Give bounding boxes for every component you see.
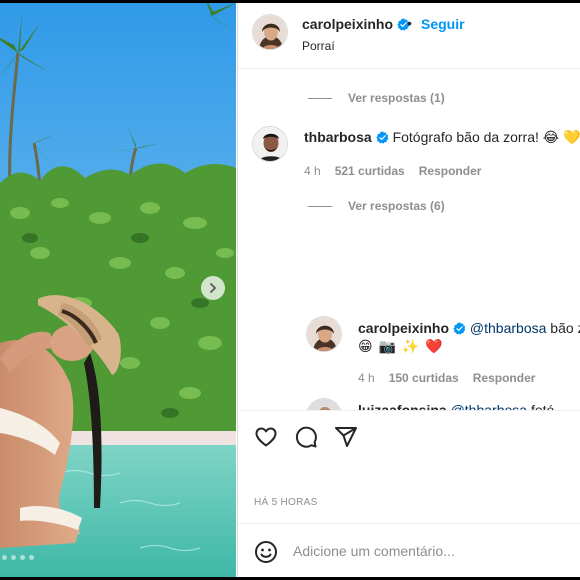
comment-time[interactable]: 4 h — [358, 371, 375, 385]
author-username-text[interactable]: carolpeixinho — [302, 16, 393, 32]
post-detail-panel: carolpeixinho • Seguir Porraí Ver respos… — [237, 3, 580, 577]
header-separator: • — [407, 15, 412, 31]
emoji-icon[interactable] — [254, 540, 278, 564]
comment-likes[interactable]: 521 curtidas — [335, 164, 405, 178]
reply-button[interactable]: Responder — [419, 164, 482, 178]
comments-list[interactable]: Ver respostas (1) thbarbosa Fotógrafo bã… — [238, 70, 580, 410]
replies-line — [308, 205, 332, 207]
commenter-avatar[interactable] — [306, 316, 342, 352]
comment-text: fotó — [530, 402, 555, 410]
view-replies-label[interactable]: Ver respostas (6) — [348, 199, 445, 213]
carousel-dot — [29, 555, 34, 560]
comment-icon[interactable] — [294, 425, 318, 449]
comment-meta: 4 h 150 curtidas Responder — [358, 371, 535, 385]
author-avatar[interactable] — [252, 14, 288, 50]
comment-likes[interactable]: 150 curtidas — [389, 371, 459, 385]
comment-body: thbarbosa Fotógrafo bão da zorra! 😂 💛 — [304, 128, 580, 146]
add-comment-bar — [238, 523, 580, 577]
author-username[interactable]: carolpeixinho — [302, 16, 410, 32]
commenter-avatar[interactable] — [306, 398, 342, 410]
chevron-right-icon — [210, 283, 217, 293]
avatar-image — [253, 15, 287, 49]
post-location[interactable]: Porraí — [302, 39, 335, 53]
avatar-image — [307, 317, 341, 351]
post-header: carolpeixinho • Seguir Porraí — [238, 3, 580, 69]
heart-icon[interactable] — [254, 425, 278, 449]
post-photo[interactable] — [0, 3, 236, 577]
avatar-image — [307, 399, 341, 410]
reply-body: luizaafonsina @thbarbosa fotó — [358, 401, 554, 410]
carousel-dot — [2, 555, 7, 560]
comment-mention[interactable]: @thbarbosa — [470, 320, 546, 336]
comment-username[interactable]: thbarbosa — [304, 129, 372, 145]
comment-mention[interactable]: @thbarbosa — [451, 402, 527, 410]
reply-emoji-line: 😁 📷 ✨ ❤️ — [358, 338, 444, 354]
view-replies-button[interactable]: Ver respostas (6) — [308, 199, 445, 213]
carousel-dot — [11, 555, 16, 560]
comment-text: Fotógrafo bão da zorra! 😂 💛 — [392, 129, 580, 145]
next-photo-button[interactable] — [201, 276, 225, 300]
reply-body: carolpeixinho @thbarbosa bão zã — [358, 319, 580, 337]
avatar-image — [253, 127, 287, 161]
carousel-dots — [2, 555, 34, 560]
instagram-post-window: carolpeixinho • Seguir Porraí Ver respos… — [0, 3, 580, 577]
reply-button[interactable]: Responder — [473, 371, 536, 385]
comment-input[interactable] — [293, 537, 563, 565]
share-icon[interactable] — [334, 425, 358, 449]
commenter-avatar[interactable] — [252, 126, 288, 162]
view-replies-label[interactable]: Ver respostas (1) — [348, 91, 445, 105]
carousel-dot — [20, 555, 25, 560]
comment-text: bão zã — [550, 320, 580, 336]
follow-button[interactable]: Seguir — [421, 16, 465, 32]
replies-line — [308, 97, 332, 99]
action-bar — [238, 410, 580, 470]
verified-badge-icon — [376, 131, 389, 144]
comment-username[interactable]: luizaafonsina — [358, 402, 447, 410]
comment-time[interactable]: 4 h — [304, 164, 321, 178]
view-replies-button[interactable]: Ver respostas (1) — [308, 91, 445, 105]
verified-badge-icon — [453, 322, 466, 335]
comment-username[interactable]: carolpeixinho — [358, 320, 449, 336]
post-timestamp[interactable]: HÁ 5 HORAS — [254, 497, 318, 508]
comment-meta: 4 h 521 curtidas Responder — [304, 164, 481, 178]
